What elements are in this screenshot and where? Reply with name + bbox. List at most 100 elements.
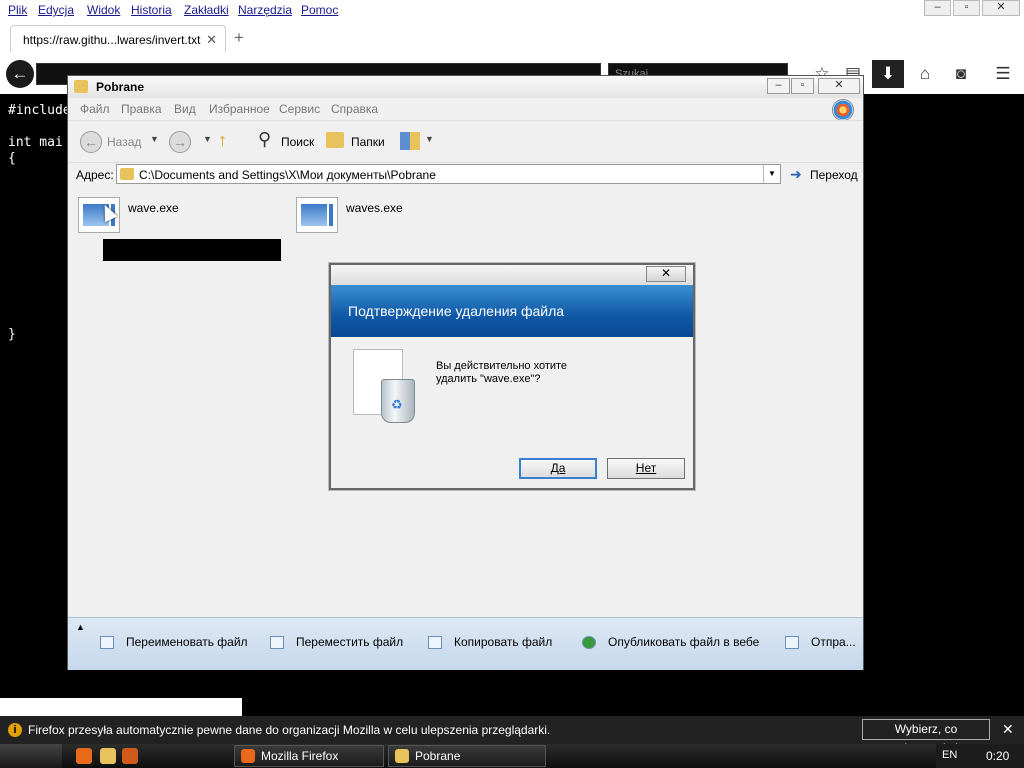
dialog-close-button[interactable]: ✕	[646, 266, 686, 282]
address-bar: Адрес: C:\Documents and Settings\X\Мои д…	[68, 162, 863, 188]
rename-icon	[100, 636, 114, 649]
go-button[interactable]: Переход	[810, 168, 858, 182]
folder-icon	[395, 749, 409, 763]
menu-view[interactable]: Вид	[174, 102, 196, 116]
collapse-icon[interactable]: ▲	[76, 622, 85, 632]
windows-logo-icon	[832, 99, 854, 121]
forward-dropdown-icon[interactable]: ▼	[203, 134, 212, 144]
send-mail-icon	[785, 636, 799, 649]
notification-bar: i Firefox przesyła automatycznie pewne d…	[0, 716, 1024, 755]
copy-icon	[428, 636, 442, 649]
task-label: Копировать файл	[454, 635, 553, 649]
back-button-label[interactable]: Назад	[107, 135, 141, 149]
forward-icon[interactable]: →	[169, 131, 191, 153]
menu-help[interactable]: Справка	[331, 102, 378, 116]
views-dropdown-icon[interactable]: ▼	[425, 134, 434, 144]
dialog-titlebar[interactable]: ✕	[331, 265, 693, 285]
menu-edit[interactable]: Правка	[121, 102, 162, 116]
taskbar-item-label: Pobrane	[415, 749, 461, 763]
start-button[interactable]	[0, 744, 62, 768]
info-icon: i	[8, 723, 22, 737]
code-line: }	[8, 327, 16, 342]
taskbar-item-firefox[interactable]: Mozilla Firefox	[234, 745, 384, 767]
clock[interactable]: 0:20	[986, 749, 1009, 763]
minimize-button[interactable]: –	[924, 0, 951, 16]
notification-close-icon[interactable]: ✕	[1002, 721, 1014, 738]
code-line: int mai	[8, 135, 63, 150]
back-dropdown-icon[interactable]: ▼	[150, 134, 159, 144]
menu-plik[interactable]: Plik	[8, 3, 27, 17]
close-button[interactable]: ✕	[982, 0, 1020, 16]
explorer-maximize-button[interactable]: ▫	[791, 78, 814, 94]
home-icon[interactable]: ⌂	[910, 60, 940, 88]
folders-button-label[interactable]: Папки	[351, 135, 385, 149]
menu-tools[interactable]: Сервис	[279, 102, 320, 116]
explorer-titlebar[interactable]: Pobrane – ▫ ✕	[68, 76, 863, 98]
exe-file-icon	[296, 197, 338, 233]
folders-icon[interactable]	[326, 132, 344, 148]
delete-confirm-dialog: ✕ Подтверждение удаления файла ♻ Вы дейс…	[329, 263, 695, 490]
move-icon	[270, 636, 284, 649]
file-name: waves.exe	[346, 201, 403, 215]
back-arrow-icon[interactable]: ←	[6, 60, 34, 88]
choose-what-to-share-button[interactable]: Wybierz, co udostępniać	[862, 719, 990, 755]
maximize-button[interactable]: ▫	[953, 0, 980, 16]
menu-widok[interactable]: Widok	[87, 3, 120, 17]
task-label: Переместить файл	[296, 635, 404, 649]
pocket-icon[interactable]: ◙	[946, 60, 976, 88]
taskbar-item-pobrane[interactable]: Pobrane	[388, 745, 546, 767]
search-button-label[interactable]: Поиск	[281, 135, 314, 149]
folder-quicklaunch-icon[interactable]	[100, 748, 116, 764]
code-line: #include	[8, 103, 71, 118]
address-label: Адрес:	[76, 168, 114, 182]
dialog-header: Подтверждение удаления файла	[331, 285, 693, 337]
tab-close-icon[interactable]: ✕	[206, 32, 217, 48]
browser-tab[interactable]: https://raw.githu...lwares/invert.txt ✕	[10, 25, 226, 52]
menu-favorites[interactable]: Избранное	[209, 102, 270, 116]
explorer-menubar: Файл Правка Вид Избранное Сервис Справка	[68, 98, 863, 120]
hamburger-menu-icon[interactable]: ☰	[988, 60, 1018, 88]
new-tab-button[interactable]: +	[234, 28, 244, 48]
dialog-message-line2: удалить "wave.exe"?	[436, 373, 541, 385]
white-strip	[0, 698, 242, 716]
no-button[interactable]: Нет	[607, 458, 685, 479]
window-title: Pobrane	[96, 80, 145, 94]
taskbar: Mozilla Firefox Pobrane EN 0:20	[0, 744, 1024, 768]
explorer-close-button[interactable]: ✕	[818, 78, 860, 94]
menu-zakladki[interactable]: Zakładki	[184, 3, 229, 17]
address-dropdown-icon[interactable]: ▼	[763, 165, 780, 183]
explorer-toolbar: ← Назад ▼ → ▼ ↑ ⚲ Поиск Папки ▼	[68, 120, 863, 163]
menu-historia[interactable]: Historia	[131, 3, 172, 17]
menu-edycja[interactable]: Edycja	[38, 3, 74, 17]
search-icon[interactable]: ⚲	[258, 129, 271, 150]
address-field[interactable]: C:\Documents and Settings\X\Мои документ…	[116, 164, 781, 184]
firefox-quicklaunch-icon-2[interactable]	[122, 748, 138, 764]
back-icon[interactable]: ←	[80, 131, 102, 153]
folder-icon	[120, 168, 134, 180]
go-arrow-icon[interactable]: ➜	[790, 166, 802, 183]
firefox-icon	[241, 749, 255, 763]
file-tasks-pane: ▲ Переименовать файл Переместить файл Ко…	[68, 617, 863, 670]
menu-file[interactable]: Файл	[80, 102, 110, 116]
task-label: Отпра...	[811, 635, 856, 649]
language-indicator[interactable]: EN	[942, 749, 957, 761]
notification-message: Firefox przesyła automatycznie pewne dan…	[28, 723, 551, 737]
firefox-menubar: Plik Edycja Widok Historia Zakładki Narz…	[0, 0, 1024, 22]
firefox-quicklaunch-icon[interactable]	[76, 748, 92, 764]
dialog-heading: Подтверждение удаления файла	[348, 303, 565, 319]
task-label: Опубликовать файл в вебе	[608, 635, 760, 649]
tab-title: https://raw.githu...lwares/invert.txt	[23, 33, 201, 47]
recycle-bin-icon: ♻	[353, 349, 415, 425]
explorer-minimize-button[interactable]: –	[767, 78, 790, 94]
menu-narzedzia[interactable]: Narzędzia	[238, 3, 292, 17]
globe-icon	[582, 636, 596, 649]
taskbar-item-label: Mozilla Firefox	[261, 749, 339, 763]
yes-button[interactable]: Да	[519, 458, 597, 479]
menu-pomoc[interactable]: Pomoc	[301, 3, 338, 17]
download-icon[interactable]: ⬇	[872, 60, 904, 88]
file-name: wave.exe	[128, 201, 179, 215]
up-folder-icon[interactable]: ↑	[218, 130, 227, 151]
redacted-block	[103, 239, 281, 261]
views-icon[interactable]	[400, 132, 420, 150]
task-label: Переименовать файл	[126, 635, 248, 649]
